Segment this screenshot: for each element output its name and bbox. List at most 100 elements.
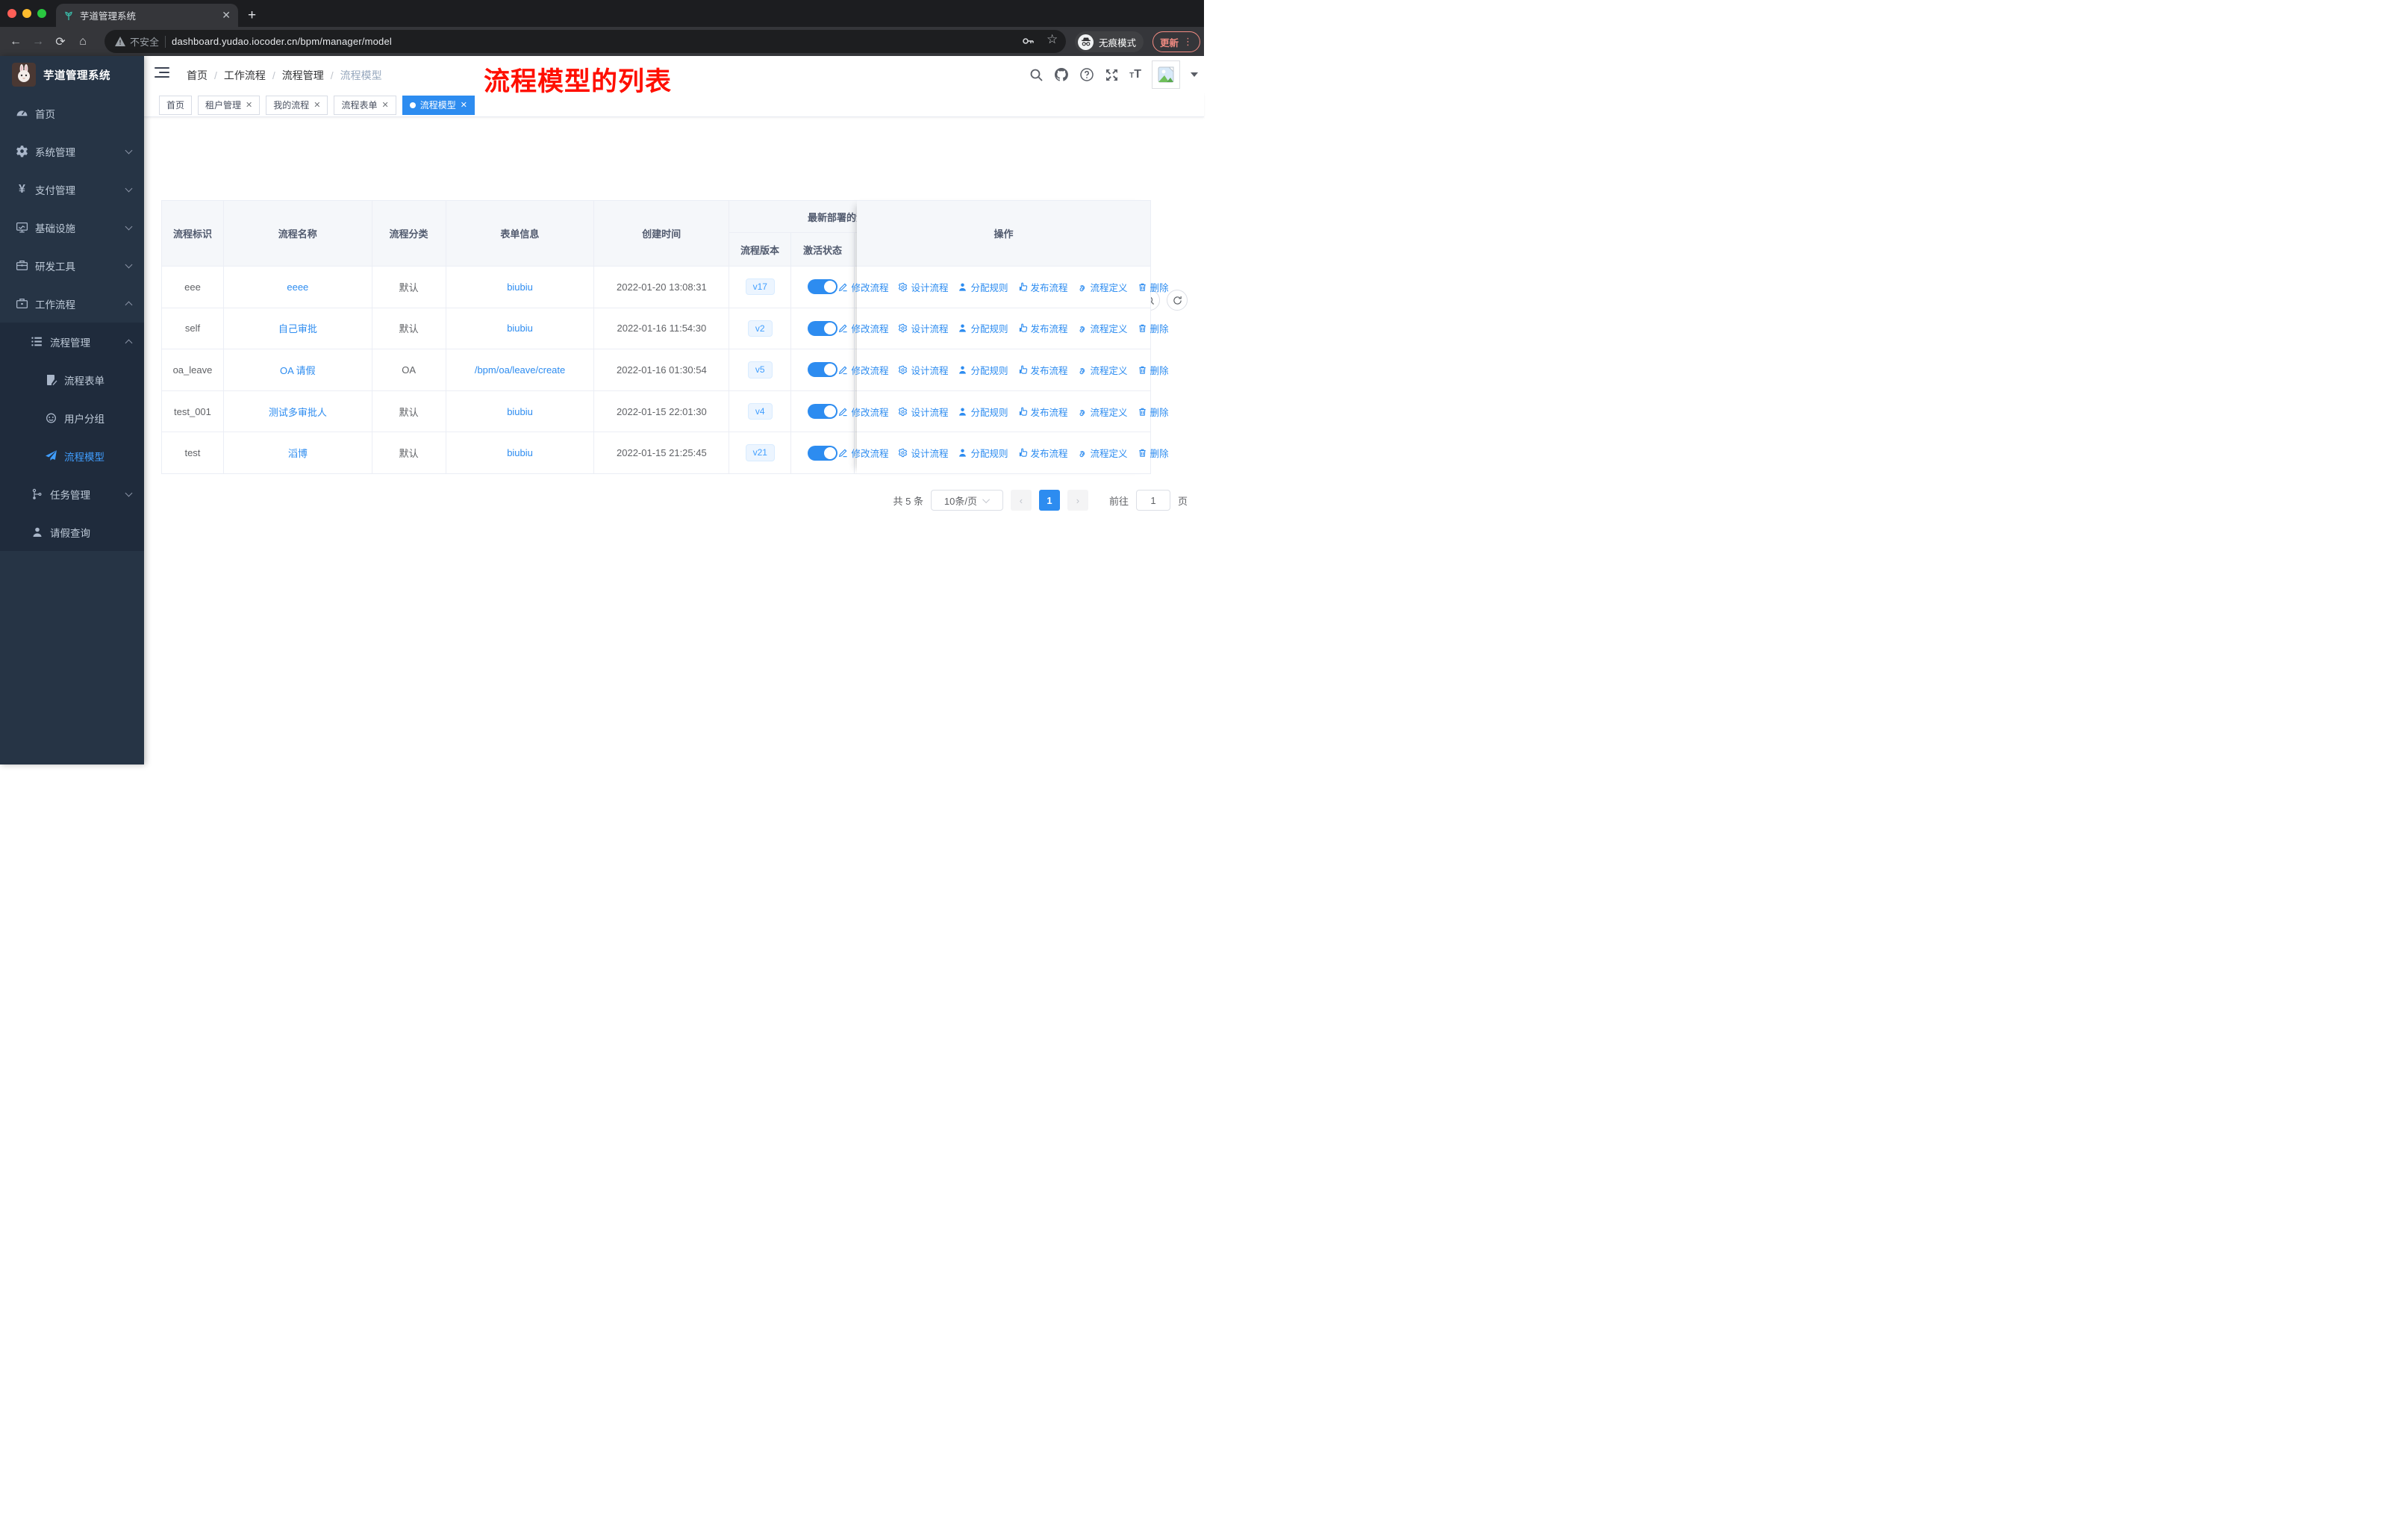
bookmark-star-icon[interactable]: ☆	[1047, 32, 1058, 47]
cell-process-name-link[interactable]: 滔博	[288, 446, 308, 460]
tag-租户管理[interactable]: 租户管理 ✕	[198, 95, 261, 115]
update-button[interactable]: 更新 ⋮	[1152, 31, 1201, 52]
cell-process-name-link[interactable]: OA 请假	[280, 363, 316, 377]
font-size-icon[interactable]: TT	[1129, 68, 1141, 81]
sidebar-item-支付管理[interactable]: ¥ 支付管理	[0, 170, 144, 208]
action-修改流程[interactable]: 修改流程	[838, 280, 888, 294]
breadcrumb-item[interactable]: 首页	[187, 68, 208, 83]
cell-process-name-link[interactable]: eeee	[287, 281, 308, 293]
cell-form-link[interactable]: biubiu	[507, 323, 533, 334]
action-设计流程[interactable]: 设计流程	[898, 280, 948, 294]
tag-首页[interactable]: 首页	[159, 95, 193, 115]
tag-close-icon[interactable]: ✕	[314, 100, 320, 110]
help-icon[interactable]	[1079, 67, 1094, 82]
action-修改流程[interactable]: 修改流程	[838, 405, 888, 419]
action-设计流程[interactable]: 设计流程	[898, 405, 948, 419]
browser-tab[interactable]: 芋道管理系统 ✕	[56, 4, 238, 27]
sidebar-item-流程模型[interactable]: 流程模型	[0, 437, 144, 475]
active-toggle[interactable]	[808, 320, 838, 336]
action-修改流程[interactable]: 修改流程	[838, 321, 888, 335]
sidebar-item-任务管理[interactable]: 任务管理	[0, 475, 144, 513]
cell-form-link[interactable]: biubiu	[507, 406, 533, 417]
tag-流程模型[interactable]: 流程模型 ✕	[402, 95, 475, 115]
action-分配规则[interactable]: 分配规则	[958, 280, 1008, 294]
action-发布流程[interactable]: 发布流程	[1018, 446, 1068, 460]
sidebar-item-首页[interactable]: 首页	[0, 94, 144, 132]
action-删除[interactable]: 删除	[1138, 405, 1169, 419]
action-删除[interactable]: 删除	[1138, 446, 1169, 460]
action-设计流程[interactable]: 设计流程	[898, 321, 948, 335]
current-page-button[interactable]: 1	[1038, 490, 1060, 511]
sidebar-item-流程表单[interactable]: 流程表单	[0, 361, 144, 399]
new-tab-button[interactable]: +	[248, 4, 256, 27]
tag-close-icon[interactable]: ✕	[382, 100, 389, 110]
action-分配规则[interactable]: 分配规则	[958, 363, 1008, 377]
window-minimize-button[interactable]	[22, 9, 31, 18]
tag-我的流程[interactable]: 我的流程 ✕	[266, 95, 328, 115]
forward-button[interactable]: →	[27, 35, 49, 49]
chevron-down-icon[interactable]	[1191, 72, 1198, 77]
action-删除[interactable]: 删除	[1138, 321, 1169, 335]
active-toggle[interactable]	[808, 404, 838, 420]
reload-button[interactable]: ⟳	[49, 34, 72, 49]
goto-page-input[interactable]: 1	[1135, 490, 1170, 511]
action-分配规则[interactable]: 分配规则	[958, 446, 1008, 460]
browser-menu-icon[interactable]: ⋮	[1183, 36, 1193, 48]
action-发布流程[interactable]: 发布流程	[1018, 280, 1068, 294]
search-icon[interactable]	[1029, 68, 1044, 82]
avatar[interactable]	[1152, 60, 1180, 89]
sidebar-item-流程管理[interactable]: 流程管理	[0, 323, 144, 361]
active-toggle[interactable]	[808, 279, 838, 295]
github-icon[interactable]	[1054, 67, 1069, 82]
active-toggle[interactable]	[808, 445, 838, 461]
action-流程定义[interactable]: 流程定义	[1078, 363, 1128, 377]
action-流程定义[interactable]: 流程定义	[1078, 280, 1128, 294]
tag-close-icon[interactable]: ✕	[461, 100, 467, 110]
tag-流程表单[interactable]: 流程表单 ✕	[334, 95, 396, 115]
sidebar-collapse-icon[interactable]	[155, 67, 169, 81]
app-logo[interactable]: 芋道管理系统	[0, 56, 144, 93]
next-page-button[interactable]: ›	[1067, 490, 1088, 511]
action-流程定义[interactable]: 流程定义	[1078, 321, 1128, 335]
action-删除[interactable]: 删除	[1138, 363, 1169, 377]
back-button[interactable]: ←	[4, 35, 27, 49]
cell-form-link[interactable]: /bpm/oa/leave/create	[475, 364, 565, 376]
key-icon[interactable]	[1021, 34, 1035, 48]
page-size-select[interactable]: 10条/页	[930, 490, 1003, 511]
sidebar-item-系统管理[interactable]: 系统管理	[0, 132, 144, 170]
sidebar-item-用户分组[interactable]: 用户分组	[0, 399, 144, 437]
window-zoom-button[interactable]	[37, 9, 46, 18]
action-发布流程[interactable]: 发布流程	[1018, 363, 1068, 377]
prev-page-button[interactable]: ‹	[1010, 490, 1032, 511]
fullscreen-icon[interactable]	[1105, 68, 1119, 82]
cell-process-name-link[interactable]: 自己审批	[278, 321, 317, 335]
window-close-button[interactable]	[7, 9, 16, 18]
action-删除[interactable]: 删除	[1138, 280, 1169, 294]
tab-close-icon[interactable]: ✕	[222, 9, 231, 22]
action-设计流程[interactable]: 设计流程	[898, 446, 948, 460]
action-修改流程[interactable]: 修改流程	[838, 446, 888, 460]
action-流程定义[interactable]: 流程定义	[1078, 446, 1128, 460]
tag-close-icon[interactable]: ✕	[246, 100, 252, 110]
sidebar-item-研发工具[interactable]: 研发工具	[0, 246, 144, 284]
home-button[interactable]: ⌂	[72, 35, 94, 49]
breadcrumb-item[interactable]: 工作流程	[224, 68, 266, 83]
action-流程定义[interactable]: 流程定义	[1078, 405, 1128, 419]
sidebar-item-基础设施[interactable]: 基础设施	[0, 208, 144, 246]
sidebar-item-请假查询[interactable]: 请假查询	[0, 513, 144, 551]
address-bar[interactable]: 不安全 dashboard.yudao.iocoder.cn/bpm/manag…	[105, 30, 1066, 53]
cell-process-name-link[interactable]: 测试多审批人	[269, 405, 327, 419]
action-分配规则[interactable]: 分配规则	[958, 405, 1008, 419]
breadcrumb-item[interactable]: 流程管理	[282, 68, 324, 83]
action-发布流程[interactable]: 发布流程	[1018, 405, 1068, 419]
action-发布流程[interactable]: 发布流程	[1018, 321, 1068, 335]
sidebar-item-工作流程[interactable]: 工作流程	[0, 284, 144, 323]
refresh-table-button[interactable]	[1167, 290, 1188, 311]
cell-form-link[interactable]: biubiu	[507, 281, 533, 293]
cell-form-link[interactable]: biubiu	[507, 447, 533, 458]
action-分配规则[interactable]: 分配规则	[958, 321, 1008, 335]
active-toggle[interactable]	[808, 362, 838, 378]
action-修改流程[interactable]: 修改流程	[838, 363, 888, 377]
security-warning[interactable]: 不安全	[115, 34, 159, 49]
action-设计流程[interactable]: 设计流程	[898, 363, 948, 377]
